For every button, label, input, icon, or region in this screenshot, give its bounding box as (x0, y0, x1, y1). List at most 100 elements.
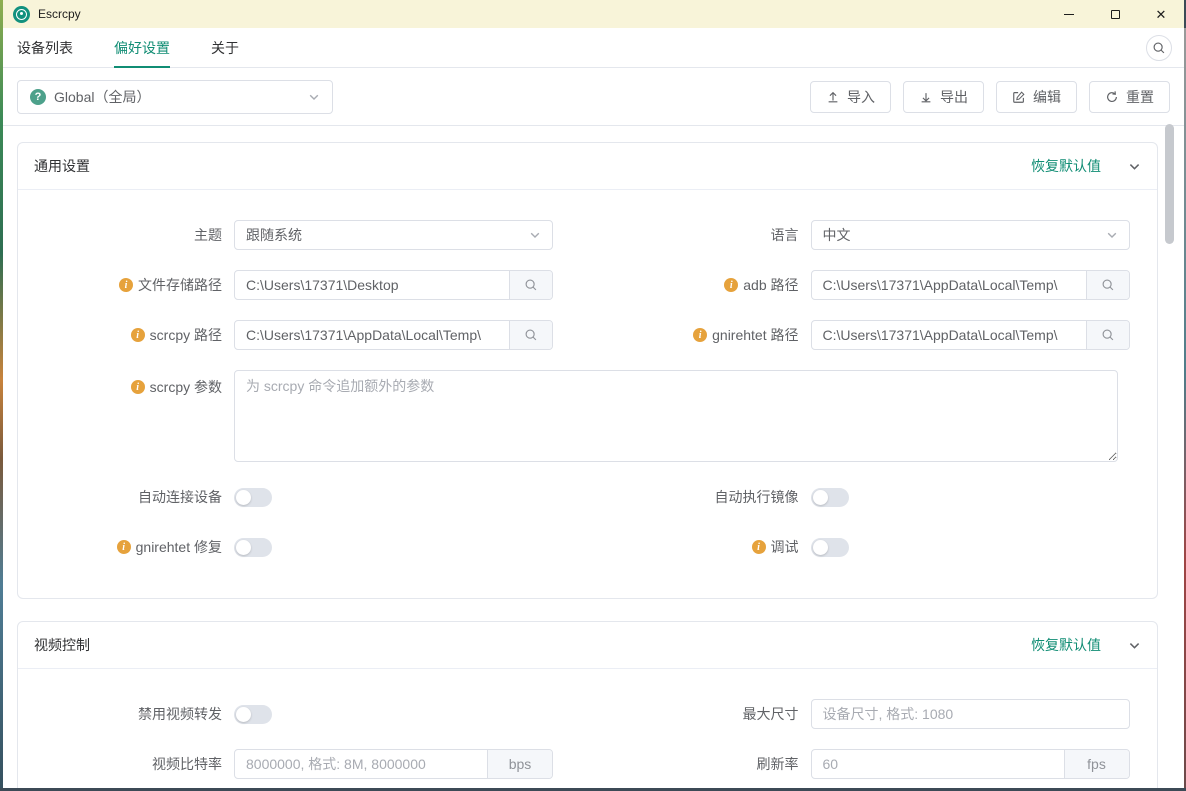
disable-video-forward-toggle[interactable] (234, 705, 272, 724)
video-restore-defaults-link[interactable]: 恢复默认值 (1031, 635, 1101, 655)
language-label: 语言 (588, 225, 811, 245)
file-path-input-group (234, 270, 553, 300)
search-button[interactable] (1146, 35, 1172, 61)
scope-select-value: Global（全局） (54, 87, 150, 107)
refresh-rate-input-group: fps (811, 749, 1130, 779)
debug-label: i 调试 (588, 537, 811, 557)
field-scrcpy-args: i scrcpy 参数 (34, 370, 1141, 462)
general-settings-title: 通用设置 (34, 156, 90, 176)
general-restore-defaults-link[interactable]: 恢复默认值 (1031, 156, 1101, 176)
download-icon (919, 90, 933, 104)
chevron-down-icon (308, 91, 320, 103)
title-bar: Escrcpy ✕ (3, 0, 1184, 28)
search-icon (1152, 41, 1166, 55)
auto-mirror-label: 自动执行镜像 (588, 487, 811, 507)
export-button[interactable]: 导出 (903, 81, 984, 113)
edit-button-label: 编辑 (1033, 87, 1061, 107)
scrcpy-path-browse-button[interactable] (509, 321, 552, 349)
auto-connect-toggle[interactable] (234, 488, 272, 507)
video-control-header: 视频控制 恢复默认值 (18, 622, 1157, 669)
scrcpy-path-input-group (234, 320, 553, 350)
language-select-value: 中文 (823, 225, 851, 245)
close-button[interactable]: ✕ (1138, 0, 1184, 28)
theme-label: 主题 (34, 225, 234, 245)
refresh-icon (1105, 90, 1119, 104)
scrcpy-args-label: i scrcpy 参数 (34, 370, 234, 397)
tab-bar: 设备列表 偏好设置 关于 (3, 28, 1184, 68)
export-button-label: 导出 (940, 87, 968, 107)
general-settings-header: 通用设置 恢复默认值 (18, 143, 1157, 190)
adb-path-input[interactable] (812, 271, 1086, 299)
refresh-rate-label: 刷新率 (588, 754, 811, 774)
gnirehtet-path-input[interactable] (812, 321, 1086, 349)
general-collapse-chevron-icon[interactable] (1128, 160, 1141, 173)
edit-button[interactable]: 编辑 (996, 81, 1077, 113)
theme-select[interactable]: 跟随系统 (234, 220, 553, 250)
auto-connect-label: 自动连接设备 (34, 487, 234, 507)
info-icon: i (131, 328, 145, 342)
info-icon: i (131, 380, 145, 394)
info-icon: i (724, 278, 738, 292)
field-scrcpy-path: i scrcpy 路径 (34, 320, 588, 350)
tab-about[interactable]: 关于 (211, 28, 239, 68)
app-window: Escrcpy ✕ 设备列表 偏好设置 关于 ? Global（全局） (3, 0, 1184, 788)
maximize-button[interactable] (1092, 0, 1138, 28)
video-control-body: 禁用视频转发 最大尺寸 视频比特率 bps (18, 669, 1157, 788)
file-path-browse-button[interactable] (509, 271, 552, 299)
max-size-label: 最大尺寸 (588, 704, 811, 724)
minimize-icon (1064, 14, 1074, 15)
info-icon: i (752, 540, 766, 554)
section-general-settings: 通用设置 恢复默认值 主题 跟随系统 (17, 142, 1158, 599)
upload-icon (826, 90, 840, 104)
minimize-button[interactable] (1046, 0, 1092, 28)
vertical-scrollbar-thumb[interactable] (1165, 124, 1174, 244)
language-select[interactable]: 中文 (811, 220, 1130, 250)
app-logo-icon (13, 6, 30, 23)
auto-mirror-toggle[interactable] (811, 488, 849, 507)
chevron-down-icon (529, 229, 541, 241)
chevron-down-icon (1106, 229, 1118, 241)
toolbar-buttons: 导入 导出 编辑 重置 (810, 81, 1170, 113)
field-theme: 主题 跟随系统 (34, 220, 588, 250)
field-language: 语言 中文 (588, 220, 1142, 250)
field-max-size: 最大尺寸 (588, 699, 1142, 729)
reset-button[interactable]: 重置 (1089, 81, 1170, 113)
gnirehtet-path-browse-button[interactable] (1086, 321, 1129, 349)
tab-preferences[interactable]: 偏好设置 (114, 28, 170, 68)
maximize-icon (1111, 10, 1120, 19)
adb-path-label: i adb 路径 (588, 275, 811, 295)
field-disable-video-forward: 禁用视频转发 (34, 699, 588, 729)
gnirehtet-path-input-group (811, 320, 1130, 350)
search-icon (524, 278, 538, 292)
field-video-bitrate: 视频比特率 bps (34, 749, 588, 779)
scrcpy-path-input[interactable] (235, 321, 509, 349)
adb-path-input-group (811, 270, 1130, 300)
reset-button-label: 重置 (1126, 87, 1154, 107)
info-icon: i (117, 540, 131, 554)
disable-video-forward-label: 禁用视频转发 (34, 704, 234, 724)
tab-device-list[interactable]: 设备列表 (17, 28, 73, 68)
debug-toggle[interactable] (811, 538, 849, 557)
gnirehtet-fix-toggle[interactable] (234, 538, 272, 557)
video-collapse-chevron-icon[interactable] (1128, 639, 1141, 652)
video-bitrate-input[interactable] (235, 750, 487, 778)
theme-select-value: 跟随系统 (246, 225, 302, 245)
refresh-rate-input[interactable] (812, 750, 1064, 778)
scope-select[interactable]: ? Global（全局） (17, 80, 333, 114)
edit-icon (1012, 90, 1026, 104)
scrcpy-args-textarea[interactable] (234, 370, 1118, 462)
video-bitrate-label: 视频比特率 (34, 754, 234, 774)
file-path-label: i 文件存储路径 (34, 275, 234, 295)
video-bitrate-input-group: bps (234, 749, 553, 779)
refresh-rate-unit: fps (1064, 750, 1129, 778)
field-file-path: i 文件存储路径 (34, 270, 588, 300)
import-button[interactable]: 导入 (810, 81, 891, 113)
settings-scroll-area: 通用设置 恢复默认值 主题 跟随系统 (3, 126, 1184, 788)
max-size-input[interactable] (812, 700, 1129, 728)
field-auto-connect: 自动连接设备 (34, 482, 588, 512)
search-icon (524, 328, 538, 342)
file-path-input[interactable] (235, 271, 509, 299)
adb-path-browse-button[interactable] (1086, 271, 1129, 299)
max-size-input-group (811, 699, 1130, 729)
field-debug: i 调试 (588, 532, 1142, 562)
